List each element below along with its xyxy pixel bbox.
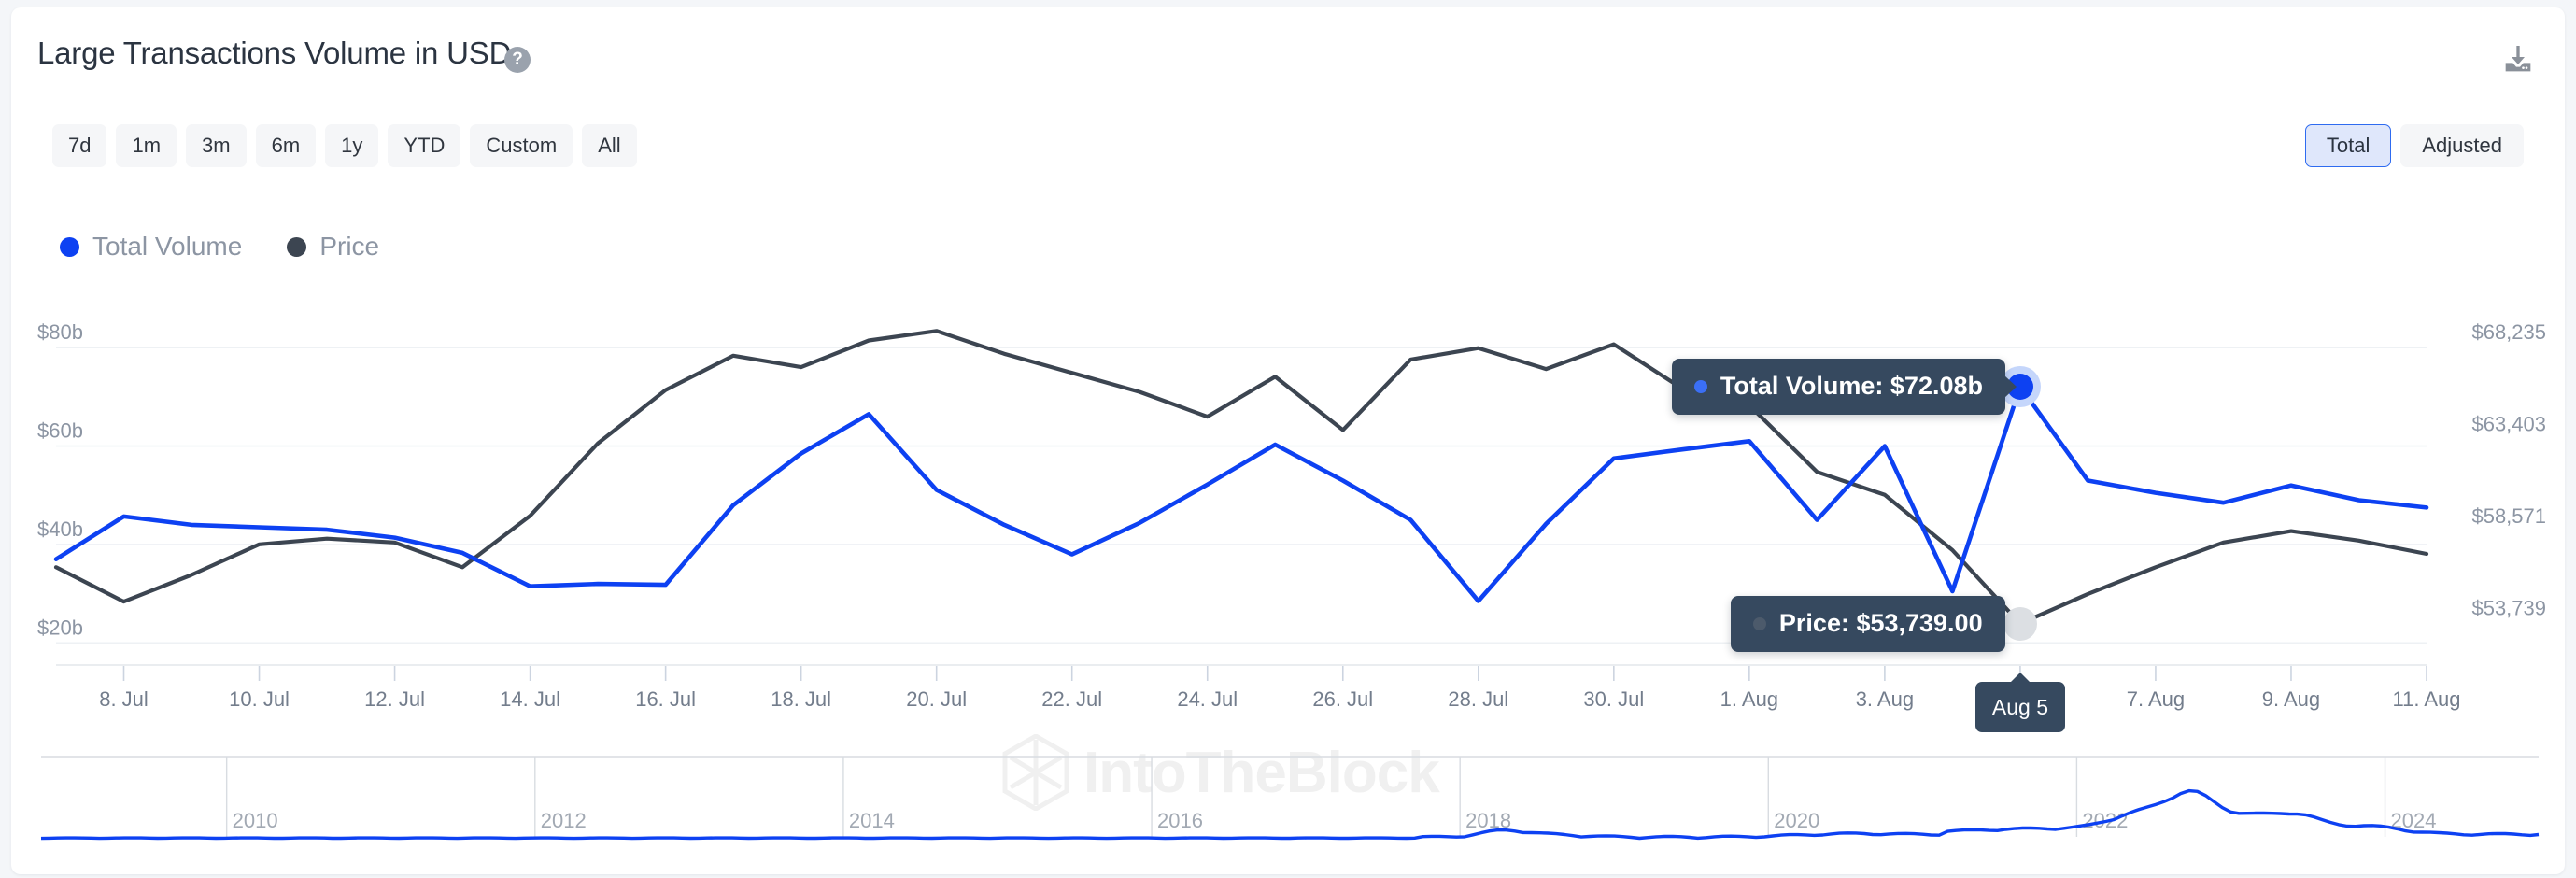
page-title: Large Transactions Volume in USD — [37, 35, 512, 70]
card-header: Large Transactions Volume in USD ? — [11, 7, 2565, 106]
svg-text:$58,571: $58,571 — [2471, 504, 2546, 528]
svg-text:2020: 2020 — [1774, 809, 1819, 832]
chart-plot-area[interactable]: $80b $60b $40b $20b $68,235 $63,403 $58,571 $5… — [11, 288, 2565, 811]
svg-text:24. Jul: 24. Jul — [1177, 687, 1238, 711]
svg-text:2010: 2010 — [233, 809, 278, 832]
svg-text:$68,235: $68,235 — [2471, 320, 2546, 344]
svg-text:12. Jul: 12. Jul — [364, 687, 425, 711]
svg-text:2016: 2016 — [1157, 809, 1203, 832]
svg-text:22. Jul: 22. Jul — [1041, 687, 1102, 711]
svg-text:2014: 2014 — [849, 809, 895, 832]
series-line-total-volume — [53, 384, 2429, 603]
x-axis-crosshair-badge: Aug 5 — [1974, 673, 2066, 732]
y-axis-right-labels: $68,235 $63,403 $58,571 $53,739 — [2471, 320, 2546, 620]
download-icon[interactable] — [2499, 41, 2537, 78]
legend-dot-total-volume — [60, 236, 79, 257]
legend-item-price[interactable]: Price — [287, 232, 379, 262]
volume-mode-group: Total Adjusted — [2304, 124, 2524, 167]
y-axis-left-labels: $80b $60b $40b $20b — [37, 320, 83, 639]
legend-label-total-volume: Total Volume — [92, 232, 243, 261]
legend-label-price: Price — [319, 232, 380, 261]
svg-text:2012: 2012 — [541, 809, 587, 832]
svg-text:$80b: $80b — [37, 320, 83, 344]
navigator-canvas: 2010 2012 2014 2016 2018 2020 2022 2024 — [40, 756, 2540, 841]
svg-text:$20b: $20b — [37, 616, 83, 639]
chart-controls: 7d 1m 3m 6m 1y YTD Custom All Total Adju… — [11, 106, 2565, 181]
tooltip-dot-total-volume — [1693, 379, 1707, 393]
tooltip-text-total-volume: Total Volume: $72.08b — [1720, 372, 1983, 401]
range-button-custom[interactable]: Custom — [470, 124, 573, 167]
svg-text:$63,403: $63,403 — [2471, 413, 2546, 436]
svg-text:3. Aug: 3. Aug — [1856, 687, 1914, 711]
mode-button-total[interactable]: Total — [2304, 124, 2392, 167]
range-button-6m[interactable]: 6m — [255, 124, 317, 167]
navigator-year-labels: 2010 2012 2014 2016 2018 2020 2022 2024 — [225, 757, 2436, 837]
svg-text:10. Jul: 10. Jul — [229, 687, 290, 711]
range-button-1m[interactable]: 1m — [116, 124, 177, 167]
question-mark-circle-icon[interactable]: ? — [504, 47, 531, 73]
range-button-all[interactable]: All — [582, 124, 637, 167]
time-range-group: 7d 1m 3m 6m 1y YTD Custom All — [52, 124, 637, 167]
svg-text:8. Jul: 8. Jul — [99, 687, 149, 711]
x-axis-crosshair-label: Aug 5 — [1991, 694, 2049, 719]
svg-text:$53,739: $53,739 — [2471, 597, 2546, 620]
series-line-price — [53, 329, 2429, 626]
svg-text:11. Aug: 11. Aug — [2393, 687, 2461, 711]
tooltip-dot-price — [1752, 616, 1766, 630]
chart-gridlines — [56, 347, 2427, 644]
range-button-1y[interactable]: 1y — [325, 124, 379, 167]
legend-item-total-volume[interactable]: Total Volume — [60, 232, 242, 262]
svg-text:7. Aug: 7. Aug — [2127, 687, 2185, 711]
tooltip-price: Price: $53,739.00 — [1730, 595, 2005, 652]
mode-button-adjusted[interactable]: Adjusted — [2400, 124, 2524, 167]
svg-text:18. Jul: 18. Jul — [771, 687, 831, 711]
svg-text:9. Aug: 9. Aug — [2262, 687, 2320, 711]
svg-text:30. Jul: 30. Jul — [1583, 687, 1644, 711]
svg-text:$60b: $60b — [37, 419, 83, 443]
tooltip-total-volume: Total Volume: $72.08b — [1671, 358, 2017, 415]
range-button-7d[interactable]: 7d — [52, 124, 107, 167]
tooltip-arrow-total-volume — [2003, 375, 2017, 398]
svg-text:16. Jul: 16. Jul — [635, 687, 696, 711]
svg-text:26. Jul: 26. Jul — [1312, 687, 1373, 711]
navigator-series-line — [40, 788, 2540, 841]
svg-text:28. Jul: 28. Jul — [1448, 687, 1508, 711]
svg-text:1. Aug: 1. Aug — [1720, 687, 1778, 711]
price-point-halo — [2003, 606, 2037, 641]
range-button-3m[interactable]: 3m — [186, 124, 247, 167]
chart-navigator[interactable]: 2010 2012 2014 2016 2018 2020 2022 2024 — [11, 745, 2565, 874]
tooltip-text-price: Price: $53,739.00 — [1778, 609, 1983, 638]
chart-legend: Total Volume Price — [60, 232, 379, 262]
legend-dot-price — [287, 236, 307, 257]
range-button-ytd[interactable]: YTD — [388, 124, 461, 167]
svg-text:14. Jul: 14. Jul — [500, 687, 560, 711]
svg-text:20. Jul: 20. Jul — [906, 687, 967, 711]
chart-canvas: $80b $60b $40b $20b $68,235 $63,403 $58,571 $5… — [37, 320, 2546, 711]
svg-text:$40b: $40b — [37, 517, 83, 541]
chart-card: Large Transactions Volume in USD ? 7d 1m… — [11, 7, 2565, 874]
x-axis-labels: 8. Jul 10. Jul 12. Jul 14. Jul 16. Jul 18. Ju… — [99, 666, 2461, 711]
